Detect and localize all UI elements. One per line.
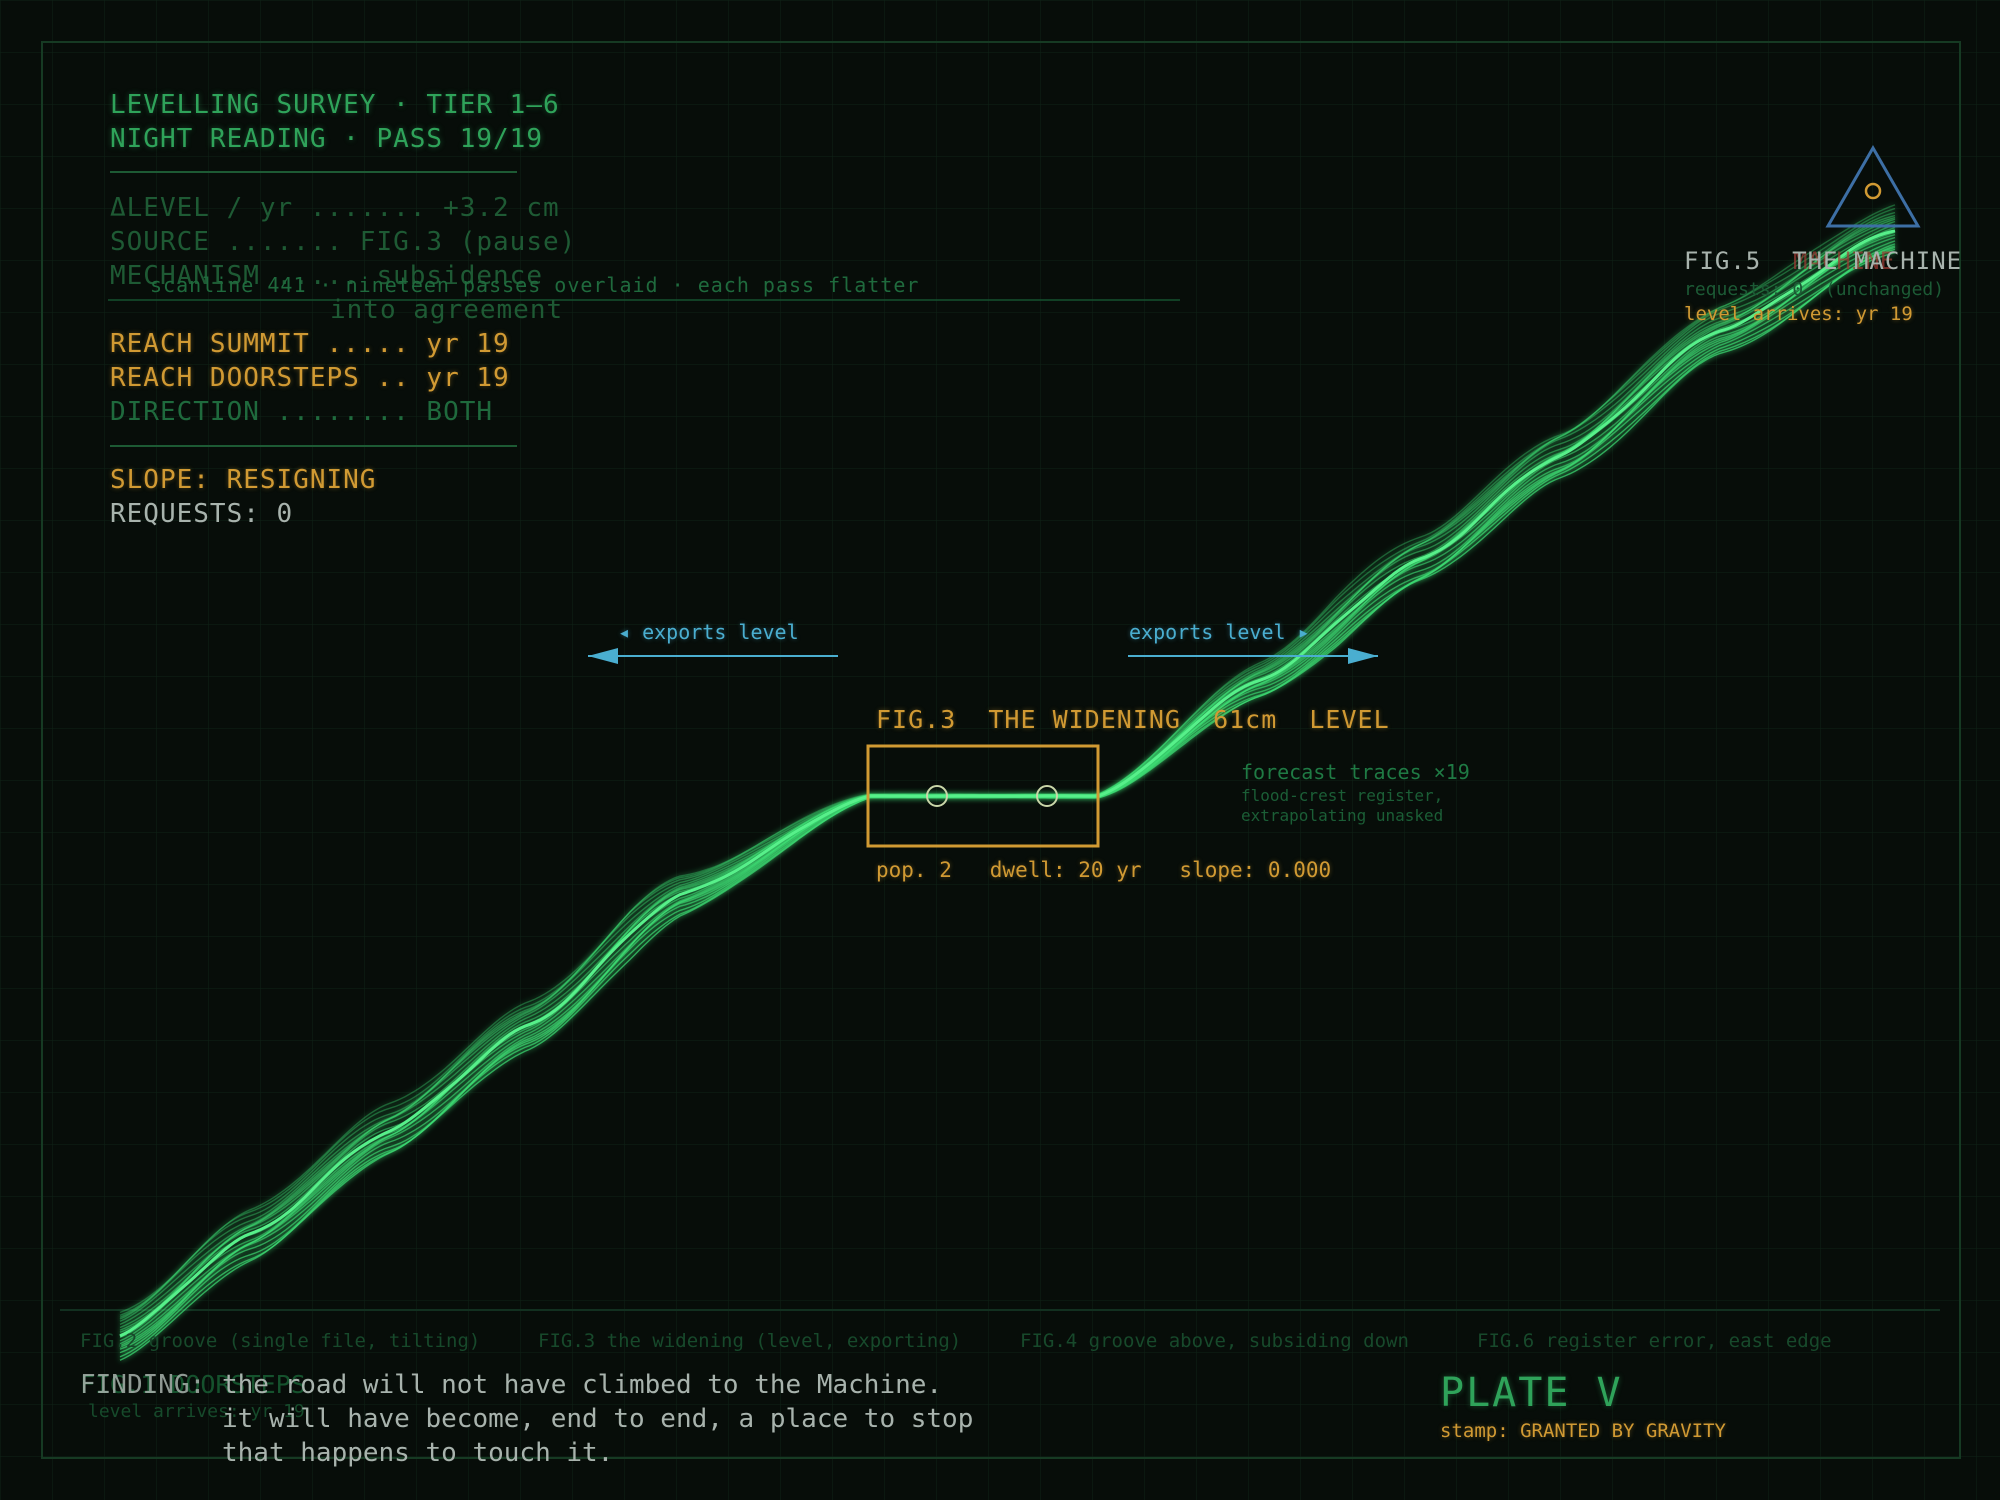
survey-plate: LEVELLING SURVEY · TIER 1–6 NIGHT READIN…: [0, 0, 2000, 1500]
legend-fig2: FIG.2 groove (single file, tilting): [80, 1330, 481, 1352]
hud-title-2: NIGHT READING · PASS 19/19: [110, 124, 543, 154]
legend-fig3: FIG.3 the widening (level, exporting): [538, 1330, 962, 1352]
forecast-line-1: flood-crest register,: [1241, 786, 1444, 805]
fig5-requests: requests: 0 (unchanged): [1684, 279, 1945, 300]
hud-reach-summit: REACH SUMMIT ..... yr 19: [110, 329, 510, 359]
fig3-stats: pop. 2 dwell: 20 yr slope: 0.000: [876, 858, 1332, 882]
fig5-title: FIG.5 THE MACHINE: [1684, 247, 1963, 275]
scanline-note: scanline 441 · nineteen passes overlaid …: [150, 273, 920, 297]
finding-label: FINDING:: [80, 1370, 206, 1400]
finding-line-2: it will have become, end to end, a place…: [222, 1404, 974, 1434]
hud-requests: REQUESTS: 0: [110, 499, 294, 529]
fig3-title: FIG.3 THE WIDENING 61cm LEVEL: [876, 705, 1390, 734]
forecast-title: forecast traces ×19: [1241, 760, 1470, 784]
forecast-line-2: extrapolating unasked: [1241, 806, 1444, 825]
hud-source: SOURCE ....... FIG.3 (pause): [110, 227, 577, 257]
hud-delta-level: ΔLEVEL / yr ....... +3.2 cm: [110, 193, 560, 223]
hud-title-1: LEVELLING SURVEY · TIER 1–6: [110, 90, 560, 120]
export-left-label: ◂ exports level: [618, 620, 799, 644]
hud-divider-1: [110, 171, 517, 173]
finding-line-3: that happens to touch it.: [222, 1438, 614, 1468]
hud-slope-status: SLOPE: RESIGNING: [110, 465, 377, 495]
legend-fig6: FIG.6 register error, east edge: [1477, 1330, 1832, 1352]
survey-diagram: [0, 0, 2000, 1500]
fig5-level-arrives: level arrives: yr 19: [1684, 303, 1913, 325]
hud-mechanism-cont: into agreement: [330, 295, 564, 325]
plate-title: PLATE V: [1440, 1370, 1623, 1416]
hud-reach-doorsteps: REACH DOORSTEPS .. yr 19: [110, 363, 510, 393]
legend-fig4: FIG.4 groove above, subsiding down: [1020, 1330, 1409, 1352]
hud-direction: DIRECTION ........ BOTH: [110, 397, 494, 427]
grid-background: [0, 0, 2000, 1500]
hud-divider-2: [110, 445, 517, 447]
export-right-label: exports level ▸: [1129, 620, 1310, 644]
plate-stamp: stamp: GRANTED BY GRAVITY: [1440, 1420, 1726, 1442]
finding-line-1: the road will not have climbed to the Ma…: [222, 1370, 943, 1400]
